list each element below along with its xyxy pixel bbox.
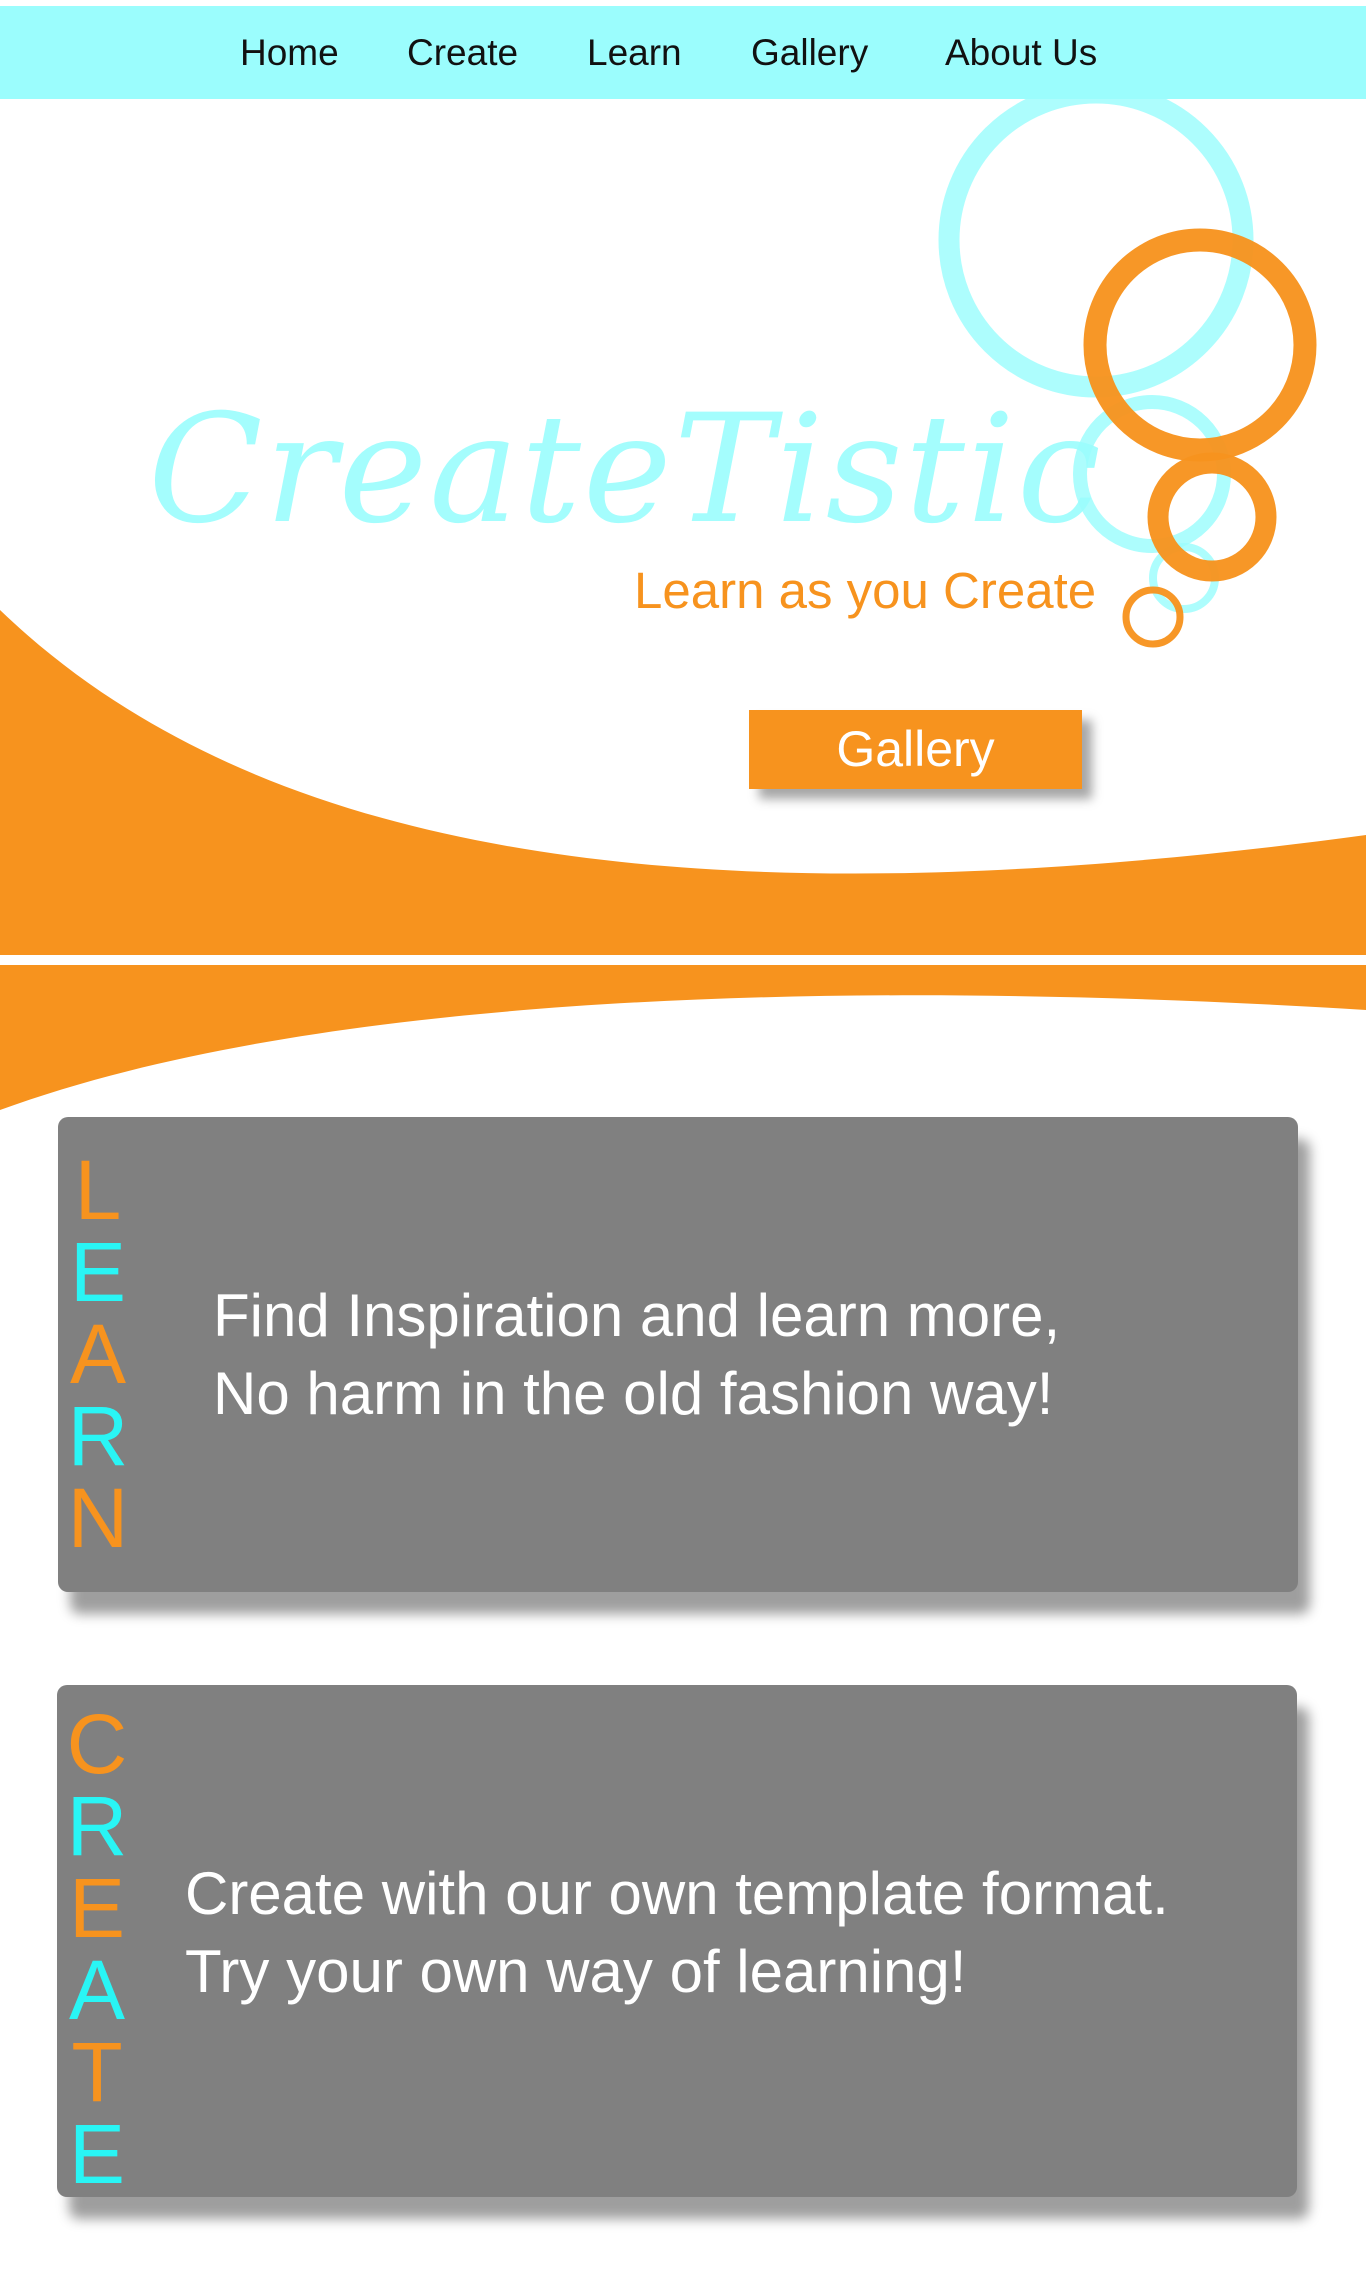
learn-line-2: No harm in the old fashion way!	[213, 1360, 1054, 1427]
vertical-letter: E	[68, 2107, 126, 2201]
learn-line-1: Find Inspiration and learn more,	[213, 1282, 1061, 1349]
nav-learn[interactable]: Learn	[587, 34, 682, 71]
nav-gallery[interactable]: Gallery	[751, 34, 868, 71]
orange-swoosh-upper	[0, 610, 1366, 955]
cyan-ring-small	[1149, 543, 1219, 613]
orange-ring-large	[1083, 228, 1317, 462]
orange-swoosh-lower	[0, 965, 1366, 1110]
vertical-letter: C	[66, 1697, 128, 1791]
vertical-letter: L	[74, 1143, 122, 1237]
gallery-button[interactable]: Gallery	[749, 710, 1082, 789]
top-nav: Home Create Learn Gallery About Us	[0, 6, 1366, 99]
vertical-letter: E	[68, 1861, 126, 1955]
nav-home[interactable]: Home	[240, 34, 339, 71]
nav-create[interactable]: Create	[407, 34, 518, 71]
learn-vertical-word: L E A R N	[58, 1143, 138, 1565]
create-description: Create with our own template format. Try…	[185, 1855, 1169, 2011]
create-line-1: Create with our own template format.	[185, 1860, 1169, 1927]
create-card: C R E A T E Create with our own template…	[57, 1685, 1297, 2197]
orange-ring-medium	[1147, 452, 1277, 582]
orange-ring-small	[1122, 586, 1184, 648]
vertical-letter: R	[67, 1389, 129, 1483]
vertical-letter: T	[71, 2025, 123, 2119]
learn-description: Find Inspiration and learn more, No harm…	[213, 1277, 1060, 1433]
vertical-letter: A	[68, 1943, 126, 2037]
create-vertical-word: C R E A T E	[57, 1697, 137, 2201]
vertical-letter: N	[67, 1471, 129, 1565]
nav-about-us[interactable]: About Us	[945, 34, 1097, 71]
learn-card: L E A R N Find Inspiration and learn mor…	[58, 1117, 1298, 1592]
site-logo: CreateTistic	[148, 383, 1103, 557]
cyan-ring-large	[938, 82, 1254, 398]
create-line-2: Try your own way of learning!	[185, 1938, 967, 2005]
vertical-letter: E	[69, 1225, 127, 1319]
vertical-letter: R	[66, 1779, 128, 1873]
vertical-letter: A	[69, 1307, 127, 1401]
site-tagline: Learn as you Create	[634, 562, 1097, 619]
